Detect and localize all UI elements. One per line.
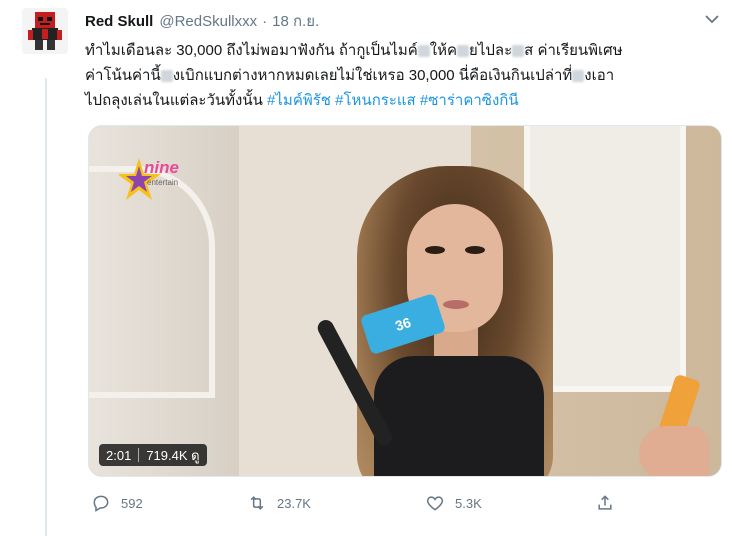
tweet-text-segment: ค่าโน้นค่านี้ — [85, 67, 161, 84]
interviewer-hand — [639, 426, 709, 476]
tweet-text-segment: ยไปละ — [469, 42, 513, 59]
tweet-actions: 592 23.7K 5.3K — [85, 493, 645, 517]
author-handle[interactable]: @RedSkullxxx — [159, 13, 257, 30]
reply-button[interactable]: 592 — [91, 493, 143, 513]
tweet-text-segment: ให้ค — [429, 42, 458, 59]
hashtag-link[interactable]: #โหนกระแส — [335, 92, 416, 109]
retweet-button[interactable]: 23.7K — [247, 493, 311, 513]
video-subject-lips — [443, 300, 469, 309]
tweet-header: Red Skull @RedSkullxxx · 18 ก.ย. — [85, 11, 319, 31]
reply-icon — [93, 495, 109, 512]
chevron-down-icon[interactable] — [703, 10, 721, 28]
video-duration: 2:01 — [106, 447, 132, 463]
retweet-icon — [250, 496, 264, 510]
tweet-text-segment: ส ค่าเรียนพิเศษ — [524, 42, 623, 59]
tweet-text-segment: งเอา — [584, 67, 615, 84]
censor-blur — [457, 45, 470, 58]
like-button[interactable]: 5.3K — [425, 493, 482, 513]
censor-blur — [572, 70, 585, 83]
like-count: 5.3K — [455, 495, 482, 511]
censor-blur — [417, 45, 430, 58]
thread-line — [45, 78, 47, 536]
video-subject-shirt — [374, 356, 544, 476]
reply-count: 592 — [121, 495, 143, 511]
video-view-count: 719.4K ดู — [146, 447, 200, 463]
video-subject-eye — [465, 246, 485, 254]
avatar-robot-icon — [22, 8, 68, 54]
like-icon — [426, 496, 444, 511]
author-name[interactable]: Red Skull — [85, 13, 153, 30]
separator-dot: · — [262, 12, 268, 30]
hashtag-link[interactable]: #ไมค์พิรัช — [267, 92, 331, 109]
censor-blur — [512, 45, 525, 58]
tweet-text: ทำไมเดือนละ 30,000 ถึงไม่พอมาฟังกัน ถ้าก… — [85, 38, 725, 113]
video-subject-eye — [425, 246, 445, 254]
hashtag-link[interactable]: #ซาร่าคาซิงกินี — [420, 92, 519, 109]
channel-logo-subtext: entertain — [147, 178, 179, 187]
channel-logo-text: nine — [144, 158, 179, 177]
tweet-date[interactable]: 18 ก.ย. — [272, 9, 319, 33]
share-icon — [598, 495, 612, 510]
video-player[interactable]: 36 nine entertain 2:01 719.4K ดู — [88, 125, 722, 477]
censor-blur — [160, 70, 173, 83]
share-button[interactable] — [595, 493, 625, 513]
tweet-text-segment: ไปถลุงเล่นในแต่ละวันทั้งนั้น — [85, 92, 268, 109]
retweet-count: 23.7K — [277, 495, 311, 511]
avatar[interactable] — [22, 8, 68, 54]
video-info-badge: 2:01 719.4K ดู — [99, 444, 207, 466]
tweet-text-segment: ทำไมเดือนละ 30,000 ถึงไม่พอมาฟังกัน ถ้าก… — [85, 42, 418, 59]
tweet-text-segment: งเบิกแบกต่างหากหมดเลยไม่ใช่เหรอ 30,000 น… — [172, 67, 573, 84]
